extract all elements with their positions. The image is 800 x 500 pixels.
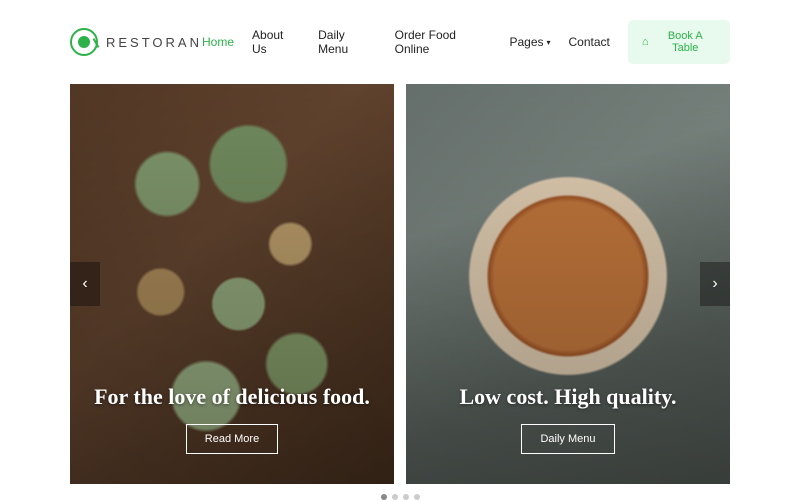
carousel-dot-1[interactable] [381,494,387,500]
brand-name: RESTORAN [106,35,202,50]
chevron-left-icon: ‹ [82,275,87,293]
site-header: RESTORAN Home About Us Daily Menu Order … [0,0,800,84]
nav-home[interactable]: Home [202,35,234,49]
home-icon: ⌂ [642,36,649,48]
nav-order-online[interactable]: Order Food Online [395,28,492,56]
carousel-next-button[interactable]: › [700,262,730,306]
hero-slide-2: Low cost. High quality. Daily Menu [406,84,730,484]
chevron-right-icon: › [712,275,717,293]
carousel-dot-3[interactable] [403,494,409,500]
slide-1-title: For the love of delicious food. [94,384,370,410]
cta-label: Book A Table [655,30,716,54]
nav-pages-label: Pages [509,35,543,49]
brand-logo[interactable]: RESTORAN [70,28,202,56]
nav-daily-menu[interactable]: Daily Menu [318,28,377,56]
hero-carousel: ‹ For the love of delicious food. Read M… [0,84,800,484]
carousel-dot-4[interactable] [414,494,420,500]
slide-2-button[interactable]: Daily Menu [521,424,614,454]
carousel-prev-button[interactable]: ‹ [70,262,100,306]
chevron-down-icon: ▾ [547,38,551,47]
slide-2-title: Low cost. High quality. [460,384,677,410]
hero-slide-1: For the love of delicious food. Read Mor… [70,84,394,484]
nav-pages[interactable]: Pages ▾ [509,35,550,49]
main-nav: Home About Us Daily Menu Order Food Onli… [202,20,730,64]
slide-1-button[interactable]: Read More [186,424,278,454]
carousel-dots [0,494,800,500]
nav-contact[interactable]: Contact [569,35,610,49]
carousel-dot-2[interactable] [392,494,398,500]
nav-about-us[interactable]: About Us [252,28,300,56]
book-table-button[interactable]: ⌂ Book A Table [628,20,730,64]
fork-plate-icon [70,28,98,56]
